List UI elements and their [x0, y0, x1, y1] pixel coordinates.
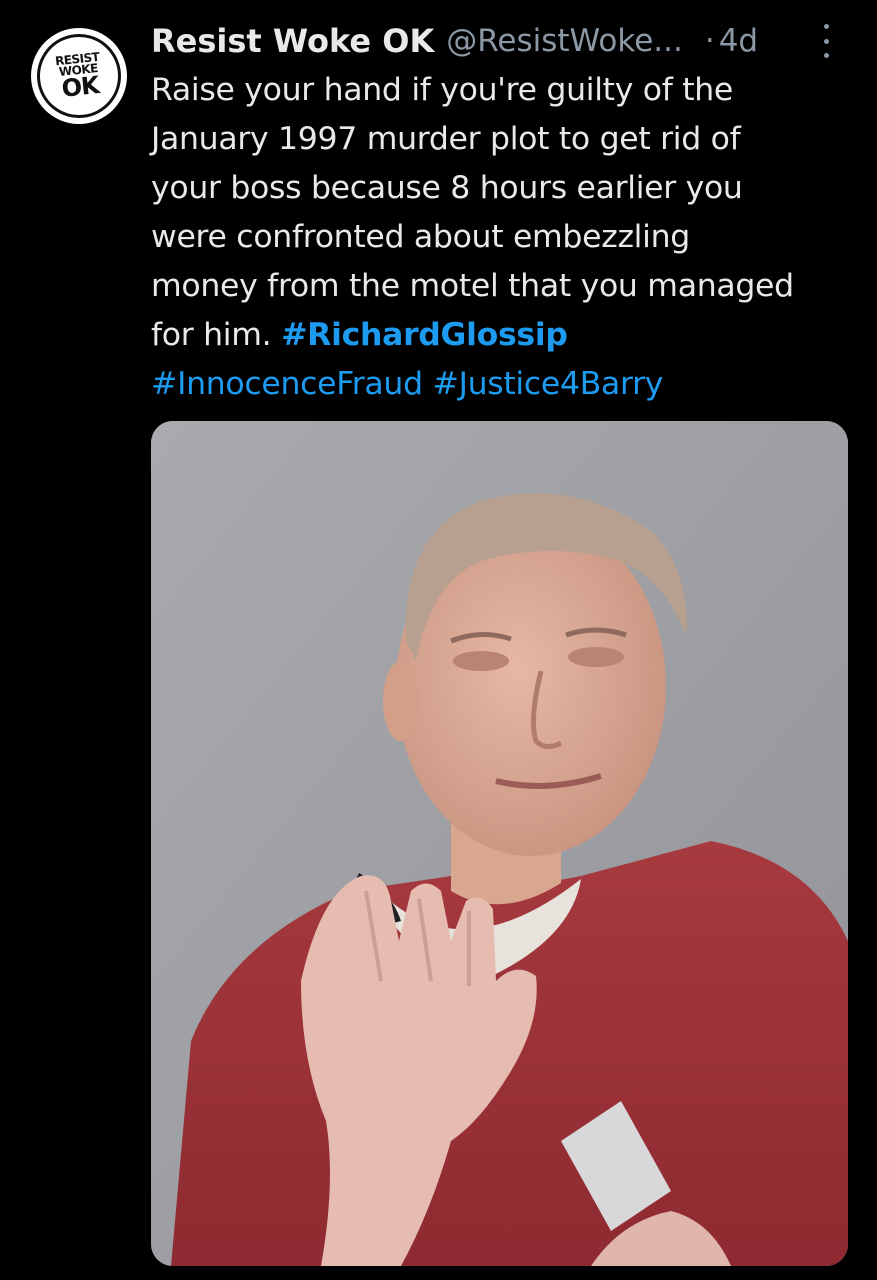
tweet-text-line: January 1997 murder plot to get rid of	[151, 121, 741, 157]
tweet-photo[interactable]	[151, 421, 848, 1266]
tweet-text-line: #InnocenceFraud #Justice4Barry	[151, 360, 851, 409]
more-options-icon[interactable]	[816, 24, 836, 58]
hashtag-link[interactable]: #InnocenceFraud	[151, 366, 423, 402]
more-options-dot	[823, 53, 829, 58]
tweet-text-line: for him. #RichardGlossip	[151, 311, 851, 360]
avatar-logo: RESIST WOKE OK	[32, 29, 126, 123]
tweet-text-line: were confronted about embezzling	[151, 219, 690, 255]
tweet-text-line: money from the motel that you managed	[151, 268, 794, 304]
more-options-dot	[823, 24, 829, 29]
tweet-text-line: Raise your hand if you're guilty of the	[151, 72, 734, 108]
avatar[interactable]: RESIST WOKE OK	[31, 28, 127, 124]
tweet-text-line: your boss because 8 hours earlier you	[151, 170, 743, 206]
tweet-text: Raise your hand if you're guilty of the …	[151, 66, 851, 409]
separator-dot: ·	[704, 23, 715, 59]
hashtag-link[interactable]: #RichardGlossip	[281, 317, 568, 353]
more-options-dot	[823, 38, 829, 44]
author-name[interactable]: Resist Woke OK	[151, 22, 434, 60]
avatar-logo-line: OK	[60, 71, 101, 103]
timestamp[interactable]: 4d	[719, 23, 758, 59]
tweet-text-fragment: for him.	[151, 317, 282, 353]
author-handle[interactable]: @ResistWoke...	[446, 23, 683, 59]
hashtag-link[interactable]: #Justice4Barry	[433, 366, 664, 402]
tweet-header: Resist Woke OK @ResistWoke... · 4d	[151, 16, 851, 66]
photo-man-raising-hand-icon	[151, 421, 848, 1266]
